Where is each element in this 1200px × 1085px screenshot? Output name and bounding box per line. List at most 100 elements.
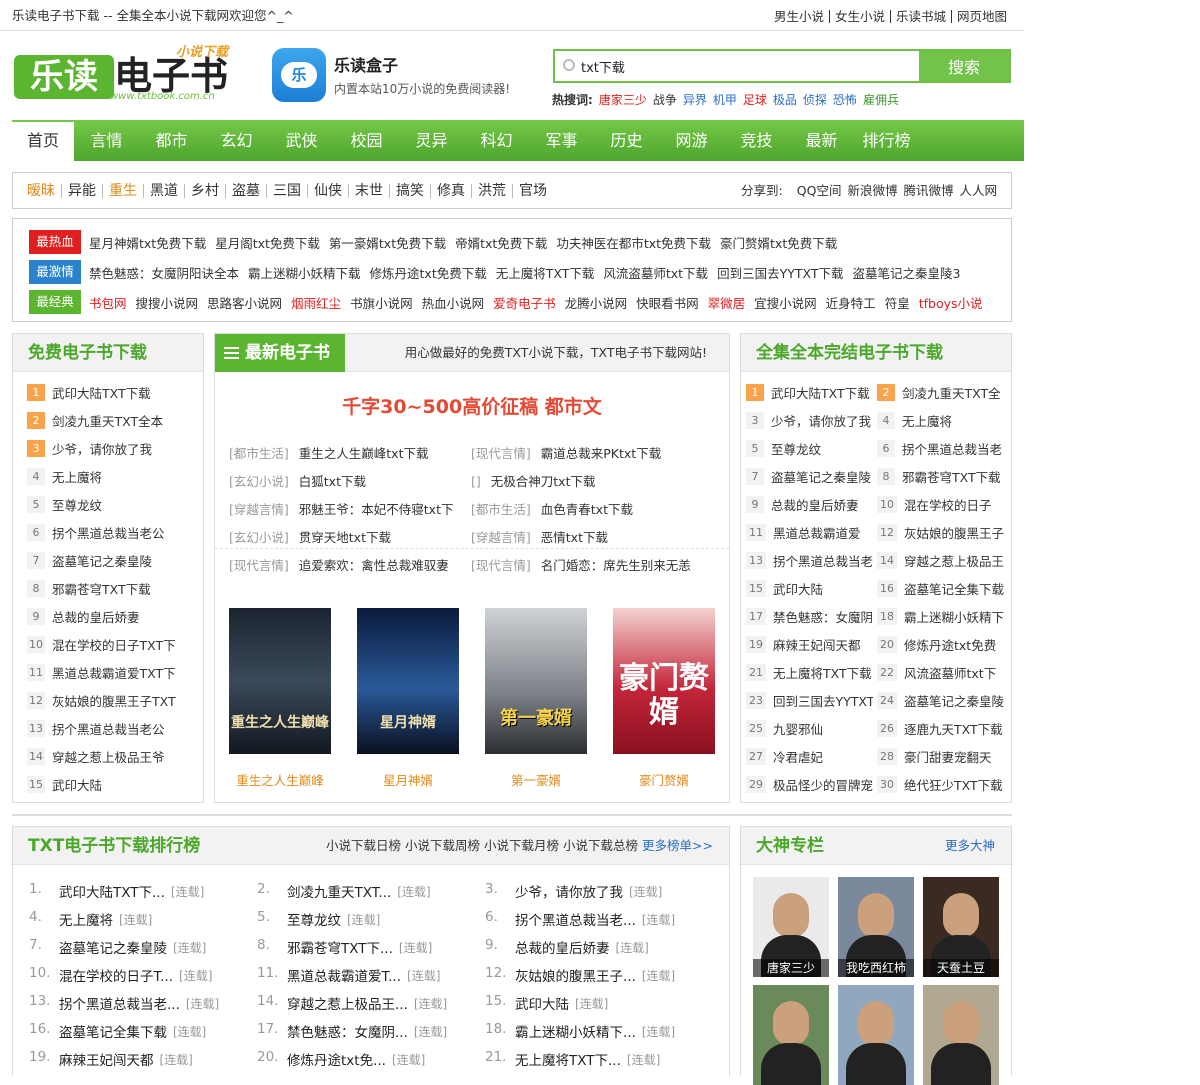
list-item[interactable]: 5 至尊龙纹 bbox=[27, 495, 197, 514]
search-input[interactable] bbox=[581, 51, 917, 81]
top-link-boys[interactable]: 男生小说 bbox=[769, 10, 829, 23]
hot-word-link[interactable]: 恐怖 bbox=[833, 91, 857, 108]
ranking-item[interactable]: 7. 盗墓笔记之秦皇陵 [连载] bbox=[29, 937, 206, 957]
hot-row-link[interactable]: 宜搜小说网 bbox=[754, 293, 817, 312]
nav-tab[interactable]: 玄幻 bbox=[204, 120, 269, 161]
share-link[interactable]: QQ空间 bbox=[797, 173, 842, 208]
ranking-tab[interactable]: 小说下载日榜 bbox=[326, 838, 401, 853]
list-item[interactable]: 14 穿越之惹上极品王 bbox=[877, 551, 1004, 570]
category-link[interactable]: 官场 bbox=[512, 184, 553, 198]
hot-row-link[interactable]: 龙腾小说网 bbox=[565, 293, 628, 312]
hot-row-link[interactable]: 第一豪婿txt免费下载 bbox=[329, 233, 446, 252]
list-item[interactable]: 4 无上魔将 bbox=[877, 411, 1004, 430]
hot-row-link[interactable]: 翠微居 bbox=[708, 293, 746, 312]
new-book-item[interactable]: [玄幻小说] 白狐txt下载 bbox=[229, 471, 366, 490]
nav-tab[interactable]: 灵异 bbox=[399, 120, 464, 161]
new-book-item[interactable]: [现代言情] 追爱索欢：禽性总裁难驭妻 bbox=[229, 555, 449, 574]
list-item[interactable]: 20 修炼丹途txt免费 bbox=[877, 635, 1004, 654]
list-item[interactable]: 23 回到三国去YYTXT bbox=[746, 691, 873, 710]
cover-title[interactable]: 第一豪婿 bbox=[476, 770, 596, 789]
list-item[interactable]: 6 拐个黑道总裁当老 bbox=[877, 439, 1004, 458]
ranking-tab[interactable]: 小说下载总榜 bbox=[563, 838, 638, 853]
hot-row-link[interactable]: 无上魔将TXT下载 bbox=[496, 263, 595, 282]
share-link[interactable]: 新浪微博 bbox=[847, 173, 897, 208]
hot-row-link[interactable]: 帝婿txt免费下载 bbox=[455, 233, 547, 252]
hot-row-link[interactable]: 快眼看书网 bbox=[636, 293, 699, 312]
hot-word-link[interactable]: 战争 bbox=[653, 91, 677, 108]
hot-row-link[interactable]: 霸上迷糊小妖精下载 bbox=[248, 263, 361, 282]
hot-word-link[interactable]: 唐家三少 bbox=[599, 91, 647, 108]
ranking-item[interactable]: 19. 麻辣王妃闯天都 [连载] bbox=[29, 1049, 193, 1069]
list-item[interactable]: 29 极品怪少的冒牌宠 bbox=[746, 775, 873, 794]
ranking-item[interactable]: 20. 修炼丹途txt免... [连载] bbox=[257, 1049, 425, 1069]
list-item[interactable]: 15 武印大陆 bbox=[27, 775, 197, 794]
hot-row-link[interactable]: 星月阁txt免费下载 bbox=[215, 233, 320, 252]
hot-row-link[interactable]: 书包网 bbox=[89, 293, 127, 312]
ranking-item[interactable]: 15. 武印大陆 [连载] bbox=[485, 993, 608, 1013]
list-item[interactable]: 8 邪霸苍穹TXT下载 bbox=[27, 579, 197, 598]
ranking-item[interactable]: 16. 盗墓笔记全集下载 [连载] bbox=[29, 1021, 206, 1041]
list-item[interactable]: 9 总裁的皇后娇妻 bbox=[27, 607, 197, 626]
list-item[interactable]: 2 剑凌九重天TXT全本 bbox=[27, 411, 197, 430]
top-link-bookcity[interactable]: 乐读书城 bbox=[889, 10, 951, 23]
list-item[interactable]: 13 拐个黑道总裁当老 bbox=[746, 551, 873, 570]
ranking-item[interactable]: 3. 少爷，请你放了我 [连载] bbox=[485, 881, 662, 901]
new-book-item[interactable]: [穿越言情] 邪魅王爷：本妃不侍寝txt下 bbox=[229, 499, 453, 518]
ranking-item[interactable]: 1. 武印大陆TXT下... [连载] bbox=[29, 881, 204, 901]
author-avatar[interactable] bbox=[753, 985, 829, 1085]
list-item[interactable]: 8 邪霸苍穹TXT下载 bbox=[877, 467, 1004, 486]
ranking-item[interactable]: 8. 邪霸苍穹TXT下... [连载] bbox=[257, 937, 432, 957]
top-link-girls[interactable]: 女生小说 bbox=[828, 10, 890, 23]
list-item[interactable]: 18 霸上迷糊小妖精下 bbox=[877, 607, 1004, 626]
nav-tab[interactable]: 武侠 bbox=[269, 120, 334, 161]
ranking-item[interactable]: 4. 无上魔将 [连载] bbox=[29, 909, 152, 929]
list-item[interactable]: 1 武印大陆TXT下载 bbox=[27, 383, 197, 402]
list-item[interactable]: 3 少爷，请你放了我 bbox=[746, 411, 873, 430]
ranking-item[interactable]: 21. 无上魔将TXT下... [连载] bbox=[485, 1049, 660, 1069]
author-avatar[interactable] bbox=[923, 985, 999, 1085]
list-item[interactable]: 21 无上魔将TXT下载 bbox=[746, 663, 873, 682]
ranking-item[interactable]: 17. 禁色魅惑：女魔阴... [连载] bbox=[257, 1021, 447, 1041]
hot-row-link[interactable]: 功夫神医在都市txt免费下载 bbox=[556, 233, 711, 252]
app-name[interactable]: 乐读盒子 bbox=[334, 52, 398, 76]
category-link[interactable]: 重生 bbox=[102, 184, 143, 198]
hot-row-link[interactable]: 烟雨红尘 bbox=[291, 293, 341, 312]
new-book-item[interactable]: [穿越言情] 恶情txt下载 bbox=[471, 527, 608, 546]
list-item[interactable]: 25 九婴邪仙 bbox=[746, 719, 873, 738]
more-rankings-link[interactable]: 更多榜单>> bbox=[642, 838, 713, 853]
author-avatar[interactable]: 唐家三少 bbox=[753, 877, 829, 977]
category-link[interactable]: 三国 bbox=[266, 184, 307, 198]
category-link[interactable]: 修真 bbox=[430, 184, 471, 198]
list-item[interactable]: 11 黑道总裁霸道爱TXT下 bbox=[27, 663, 197, 682]
ranking-item[interactable]: 9. 总裁的皇后娇妻 [连载] bbox=[485, 937, 649, 957]
list-item[interactable]: 30 绝代狂少TXT下载 bbox=[877, 775, 1004, 794]
hot-row-link[interactable]: 星月神婿txt免费下载 bbox=[89, 233, 206, 252]
ranking-item[interactable]: 12. 灰姑娘的腹黑王子... [连载] bbox=[485, 965, 675, 985]
ranking-item[interactable]: 5. 至尊龙纹 [连载] bbox=[257, 909, 380, 929]
app-icon[interactable]: 乐 bbox=[272, 48, 326, 102]
hot-row-link[interactable]: 符皇 bbox=[885, 293, 910, 312]
list-item[interactable]: 11 黑道总裁霸道爱 bbox=[746, 523, 873, 542]
share-link[interactable]: 人人网 bbox=[959, 173, 997, 208]
list-item[interactable]: 10 混在学校的日子 bbox=[877, 495, 1004, 514]
nav-tab[interactable]: 军事 bbox=[529, 120, 594, 161]
nav-tab[interactable]: 都市 bbox=[139, 120, 204, 161]
author-avatar[interactable] bbox=[838, 985, 914, 1085]
list-item[interactable]: 26 逐鹿九天TXT下载 bbox=[877, 719, 1004, 738]
ranking-item[interactable]: 6. 拐个黑道总裁当老... [连载] bbox=[485, 909, 675, 929]
category-link[interactable]: 异能 bbox=[61, 184, 102, 198]
list-item[interactable]: 1 武印大陆TXT下载 bbox=[746, 383, 873, 402]
book-cover[interactable]: 重生之人生巅峰 bbox=[229, 608, 331, 754]
author-avatar[interactable]: 天蚕土豆 bbox=[923, 877, 999, 977]
book-cover[interactable]: 第一豪婿 bbox=[485, 608, 587, 754]
ranking-tab[interactable]: 小说下载周榜 bbox=[405, 838, 480, 853]
category-link[interactable]: 黑道 bbox=[143, 184, 184, 198]
author-avatar[interactable]: 我吃西红柿 bbox=[838, 877, 914, 977]
list-item[interactable]: 5 至尊龙纹 bbox=[746, 439, 873, 458]
list-item[interactable]: 6 拐个黑道总裁当老公 bbox=[27, 523, 197, 542]
new-book-item[interactable]: [] 无极合神刀txt下载 bbox=[471, 471, 595, 490]
category-link[interactable]: 盗墓 bbox=[225, 184, 266, 198]
new-book-item[interactable]: [现代言情] 霸道总裁来PKtxt下载 bbox=[471, 443, 661, 462]
list-item[interactable]: 12 灰姑娘的腹黑王子 bbox=[877, 523, 1004, 542]
hot-row-link[interactable]: 回到三国去YYTXT下载 bbox=[717, 263, 843, 282]
